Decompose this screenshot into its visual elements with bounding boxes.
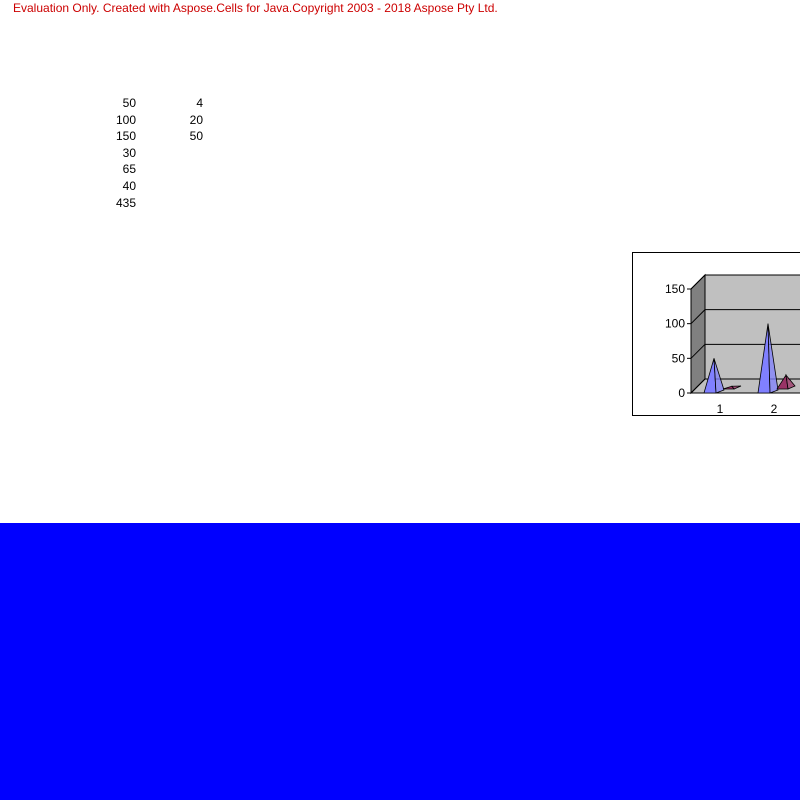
y-tick-label: 100 [665,317,685,331]
cell-b1[interactable]: 4 [153,95,203,111]
x-tick-label: 2 [771,402,778,416]
y-tick-label: 50 [672,351,686,365]
evaluation-banner: Evaluation Only. Created with Aspose.Cel… [13,1,498,15]
x-tick-label: 1 [717,402,724,416]
cell-a5[interactable]: 65 [86,161,136,177]
cell-a6[interactable]: 40 [86,178,136,194]
pyramid-chart: 0 50 100 150 1 2 [665,273,800,416]
y-tick-label: 150 [665,282,685,296]
cell-a1[interactable]: 50 [86,95,136,111]
cell-a3[interactable]: 150 [86,128,136,144]
cell-a7[interactable]: 435 [86,195,136,211]
cell-a4[interactable]: 30 [86,145,136,161]
chart-back-wall [704,274,800,380]
cell-a2[interactable]: 100 [86,112,136,128]
chart-frame[interactable]: 0 50 100 150 1 2 [632,252,800,416]
chart-side-wall [690,273,706,395]
cell-b3[interactable]: 50 [153,128,203,144]
y-tick-label: 0 [678,386,685,400]
blue-band [0,523,800,800]
cell-b2[interactable]: 20 [153,112,203,128]
